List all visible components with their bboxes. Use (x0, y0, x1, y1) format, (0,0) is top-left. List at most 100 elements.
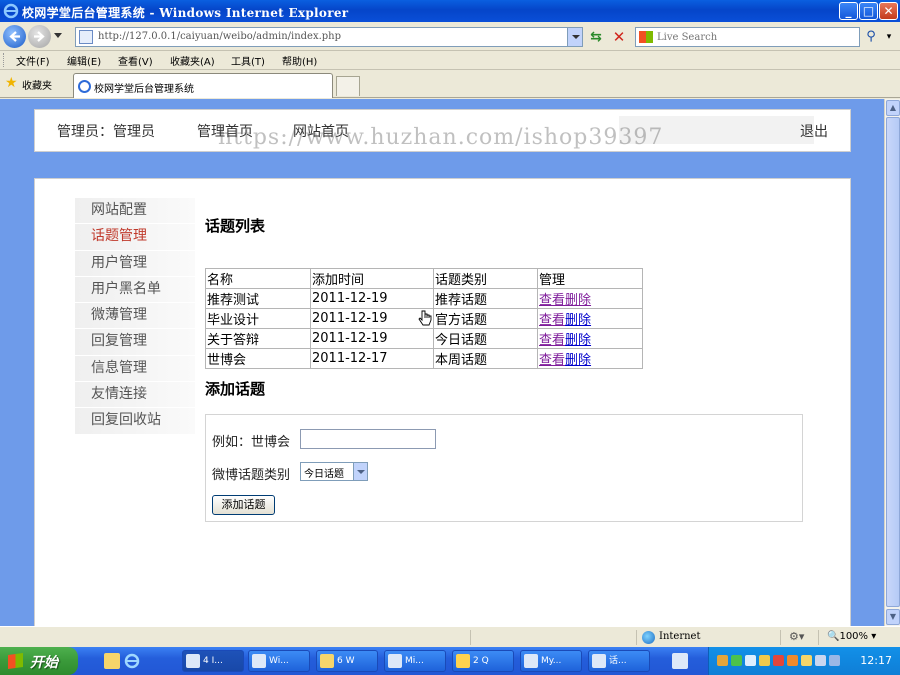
topic-date: 2011-12-19 (310, 288, 434, 309)
view-link[interactable]: 查看 (539, 353, 565, 368)
close-button[interactable]: ✕ (879, 2, 898, 20)
status-divider (470, 630, 471, 645)
ie-quicklaunch-icon[interactable] (124, 653, 140, 669)
back-arrow-icon (9, 31, 20, 42)
scroll-up-icon[interactable]: ▲ (886, 100, 900, 116)
column-header-category: 话题类别 (433, 268, 538, 289)
column-header-date: 添加时间 (310, 268, 434, 289)
tray-cloud-icon[interactable] (745, 655, 756, 666)
view-link[interactable]: 查看 (539, 293, 565, 308)
chevron-down-icon[interactable] (353, 463, 367, 480)
tray-user-icon[interactable] (787, 655, 798, 666)
topic-date: 2011-12-19 (310, 328, 434, 349)
refresh-icon[interactable]: ⇆ (587, 28, 605, 46)
menu-help[interactable]: 帮助(H) (282, 53, 317, 68)
history-dropdown-icon[interactable] (54, 33, 62, 38)
address-dropdown-icon[interactable] (567, 28, 582, 46)
taskbar-item-label: Wi... (269, 656, 289, 666)
search-input[interactable] (657, 29, 852, 45)
tray-qq-icon[interactable] (759, 655, 770, 666)
sidebar-item-topic-management[interactable]: 话题管理 (75, 224, 195, 251)
view-link[interactable]: 查看 (539, 333, 565, 348)
tab-current[interactable]: 校网学堂后台管理系统 (73, 73, 333, 98)
stop-icon[interactable]: ✕ (610, 28, 628, 46)
favorites-star-icon[interactable]: ★ (5, 76, 18, 90)
column-header-manage: 管理 (537, 268, 643, 289)
logout-link[interactable]: 退出 (800, 121, 828, 141)
delete-link[interactable]: 删除 (565, 353, 591, 368)
tray-network-icon[interactable] (731, 655, 742, 666)
topic-category: 本周话题 (433, 348, 538, 369)
tray-app-icon[interactable] (717, 655, 728, 666)
table-row: 推荐测试 2011-12-19 推荐话题 查看删除 (205, 288, 643, 309)
search-box[interactable] (635, 27, 860, 47)
taskbar-item-5[interactable]: 2 Q (452, 650, 514, 672)
menu-file[interactable]: 文件(F) (16, 53, 50, 68)
sidebar-item-friend-links[interactable]: 友情连接 (75, 382, 195, 409)
maximize-button[interactable]: □ (859, 2, 878, 20)
search-options-icon[interactable]: ▾ (883, 28, 895, 46)
tray-security-icon[interactable] (773, 655, 784, 666)
back-button[interactable] (3, 25, 26, 48)
taskbar-item-7[interactable]: 话... (588, 650, 650, 672)
tray-volume-icon[interactable] (815, 655, 826, 666)
internet-zone-icon (642, 631, 655, 644)
zoom-level[interactable]: 🔍100% ▾ (827, 631, 876, 642)
topic-name: 毕业设计 (205, 308, 311, 329)
menu-edit[interactable]: 编辑(E) (67, 53, 101, 68)
protected-mode-icon[interactable]: ⚙▾ (789, 630, 804, 643)
sidebar-item-user-management[interactable]: 用户管理 (75, 250, 195, 277)
sidebar-item-user-blacklist[interactable]: 用户黑名单 (75, 276, 195, 304)
taskbar: 开始 4 I... Wi... 6 W Mi... 2 Q My... 话...… (0, 647, 900, 675)
delete-link[interactable]: 删除 (565, 293, 591, 308)
menu-tools[interactable]: 工具(T) (231, 53, 265, 68)
vertical-scrollbar[interactable]: ▲ ▼ (884, 99, 900, 626)
window-titlebar[interactable]: 校网学堂后台管理系统 - Windows Internet Explorer _… (0, 0, 900, 22)
nav-site-home[interactable]: 网站首页 (293, 121, 349, 141)
delete-link[interactable]: 删除 (565, 333, 591, 348)
status-divider (818, 630, 819, 645)
forward-button[interactable] (28, 25, 51, 48)
sidebar-item-message-management[interactable]: 信息管理 (75, 355, 195, 383)
sidebar-item-site-config[interactable]: 网站配置 (75, 198, 195, 225)
scroll-thumb[interactable] (886, 117, 900, 607)
topic-category-select[interactable]: 今日话题 (300, 462, 368, 481)
nav-admin-home[interactable]: 管理首页 (197, 121, 253, 141)
toolbar-grip[interactable] (3, 53, 6, 67)
tray-shield-icon[interactable] (801, 655, 812, 666)
address-bar[interactable]: http://127.0.0.1/caiyuan/weibo/admin/ind… (75, 27, 583, 47)
taskbar-item-4[interactable]: Mi... (384, 650, 446, 672)
add-topic-button[interactable]: 添加话题 (212, 495, 275, 515)
start-button[interactable]: 开始 (0, 647, 78, 675)
topic-category-label: 微博话题类别 (212, 468, 291, 483)
taskbar-item-2[interactable]: Wi... (248, 650, 310, 672)
show-desktop-icon[interactable] (104, 653, 120, 669)
menu-favorites[interactable]: 收藏夹(A) (170, 53, 215, 68)
scroll-down-icon[interactable]: ▼ (886, 609, 900, 625)
sidebar-item-reply-recycle[interactable]: 回复回收站 (75, 408, 195, 435)
delete-link[interactable]: 删除 (565, 313, 591, 328)
sidebar-item-reply-management[interactable]: 回复管理 (75, 329, 195, 356)
view-link[interactable]: 查看 (539, 313, 565, 328)
topic-name-label: 例如：世博会 (212, 435, 291, 450)
topic-name-input[interactable] (300, 429, 436, 449)
main-panel: 网站配置 话题管理 用户管理 用户黑名单 微薄管理 回复管理 信息管理 友情连接… (34, 178, 851, 626)
url-text[interactable]: http://127.0.0.1/caiyuan/weibo/admin/ind… (98, 31, 341, 42)
topic-date: 2011-12-17 (310, 348, 434, 369)
app-icon (252, 654, 266, 668)
favorites-button[interactable]: 收藏夹 (22, 77, 52, 92)
taskbar-item-ie[interactable]: 4 I... (182, 650, 244, 672)
topic-name: 推荐测试 (205, 288, 311, 309)
hand-cursor-icon (418, 310, 432, 326)
sidebar-item-weibo-management[interactable]: 微薄管理 (75, 303, 195, 330)
minimize-button[interactable]: _ (839, 2, 858, 20)
search-icon[interactable]: ⚲ (862, 28, 880, 46)
taskbar-item-3[interactable]: 6 W (316, 650, 378, 672)
tray-misc-icon[interactable] (829, 655, 840, 666)
new-tab-button[interactable] (336, 76, 360, 96)
page-icon (79, 30, 93, 44)
menu-view[interactable]: 查看(V) (118, 53, 153, 68)
add-topic-form: 例如：世博会 微博话题类别 今日话题 添加话题 (205, 414, 803, 522)
taskbar-item-6[interactable]: My... (520, 650, 582, 672)
taskbar-window-icon[interactable] (672, 653, 688, 669)
